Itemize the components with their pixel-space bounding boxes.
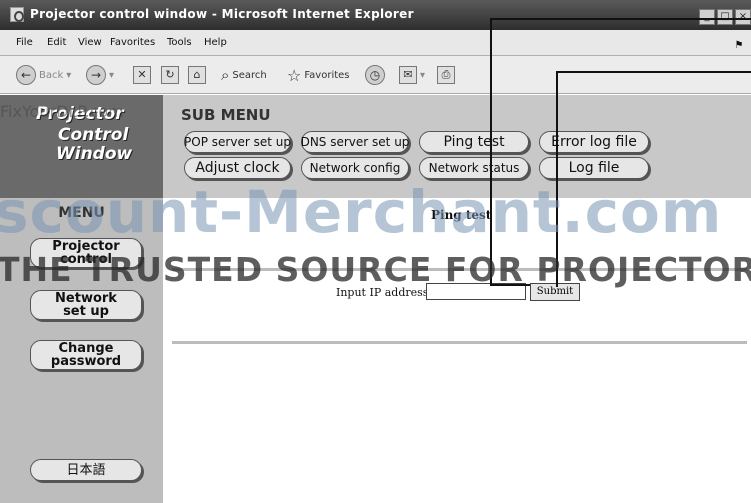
search-button[interactable]: ⌕ Search [221,64,267,86]
ip-address-label: Input IP address [336,286,429,299]
mail-button[interactable]: ✉ ▾ [399,64,425,86]
history-icon: ◷ [365,65,385,85]
home-icon: ⌂ [188,66,206,84]
star-icon: ☆ [287,65,302,85]
menu-file[interactable]: File [16,37,33,48]
refresh-button[interactable]: ↻ [161,64,179,86]
chevron-down-icon: ▾ [66,69,72,81]
projector-logo: Projector Control Window [0,95,163,198]
logo-line-1: Projector [36,104,124,124]
sidebar-item-label: control [60,252,112,267]
sidebar-item-change-password[interactable]: Change password [30,340,142,370]
submenu-title: SUB MENU [181,106,271,124]
forward-arrow-icon: → [86,65,106,85]
window-title: Projector control window - Microsoft Int… [30,7,414,21]
print-button[interactable]: ⎙ [437,64,455,86]
home-button[interactable]: ⌂ [188,64,206,86]
page-title: Ping test [431,208,492,222]
back-arrow-icon: ← [16,65,36,85]
favorites-button[interactable]: ☆ Favorites [287,64,350,86]
menu-help[interactable]: Help [204,37,227,48]
forward-button[interactable]: → ▾ [86,64,114,86]
chevron-down-icon: ▾ [109,69,115,81]
callout-line [490,284,530,286]
sidebar-item-label: password [50,354,122,369]
menu-tools[interactable]: Tools [167,37,192,48]
history-button[interactable]: ◷ [365,64,385,86]
pop-server-setup-button[interactable]: POP server set up [184,131,291,153]
adjust-clock-button[interactable]: Adjust clock [184,157,291,179]
menu-favorites[interactable]: Favorites [110,37,155,48]
sidebar-item-projector-control[interactable]: Projector control [30,238,142,268]
menu-heading: MENU [58,205,105,221]
menu-view[interactable]: View [78,37,102,48]
dns-server-setup-button[interactable]: DNS server set up [301,131,409,153]
print-icon: ⎙ [437,66,455,84]
stop-icon: ✕ [133,66,151,84]
language-japanese-button[interactable]: 日本語 [30,459,142,481]
callout-line [556,71,751,287]
menu-edit[interactable]: Edit [47,37,66,48]
logo-line-2: Control [58,125,129,145]
back-label: Back [39,69,64,81]
browser-window: Projector control window - Microsoft Int… [0,0,751,503]
sidebar-item-label: set up [63,304,109,319]
mail-icon: ✉ [399,66,417,84]
search-icon: ⌕ [221,66,230,84]
back-button[interactable]: ← Back ▾ [16,64,71,86]
search-label: Search [232,69,267,81]
chevron-down-icon: ▾ [420,69,426,81]
stop-button[interactable]: ✕ [133,64,151,86]
sidebar: Projector Control Window MENU Projector c… [0,95,163,503]
ie-icon [10,7,24,22]
sidebar-item-network-setup[interactable]: Network set up [30,290,142,320]
favorites-label: Favorites [304,69,350,81]
network-config-button[interactable]: Network config [301,157,409,179]
logo-line-3: Window [56,144,133,164]
refresh-icon: ↻ [161,66,179,84]
divider [172,341,747,344]
